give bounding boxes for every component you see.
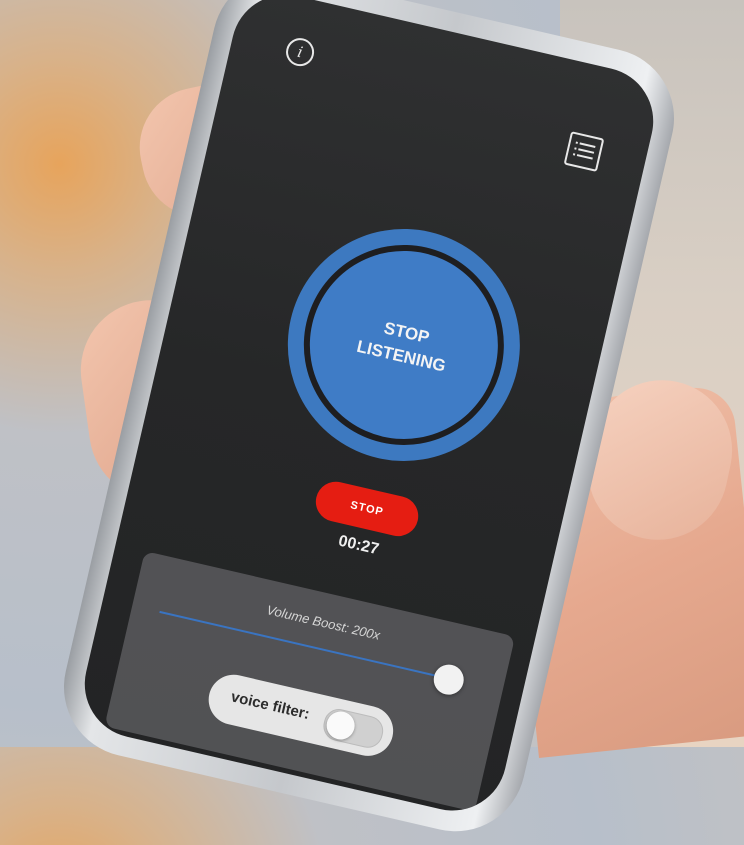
list-icon[interactable] xyxy=(563,131,605,172)
stop-listening-button[interactable]: STOP LISTENING xyxy=(291,232,517,458)
voice-filter-toggle[interactable] xyxy=(320,706,387,751)
controls-panel: Volume Boost: 200x voice filter: xyxy=(104,550,516,812)
listen-button-ring: STOP LISTENING xyxy=(264,205,543,485)
info-icon[interactable]: i xyxy=(283,35,317,69)
toggle-knob[interactable] xyxy=(323,708,358,743)
volume-slider-thumb[interactable] xyxy=(430,661,467,698)
listen-button-gap: STOP LISTENING xyxy=(283,225,524,465)
voice-filter-label: voice filter: xyxy=(229,688,312,723)
voice-filter-row: voice filter: xyxy=(203,669,399,761)
volume-boost-label: Volume Boost: 200x xyxy=(265,602,382,643)
